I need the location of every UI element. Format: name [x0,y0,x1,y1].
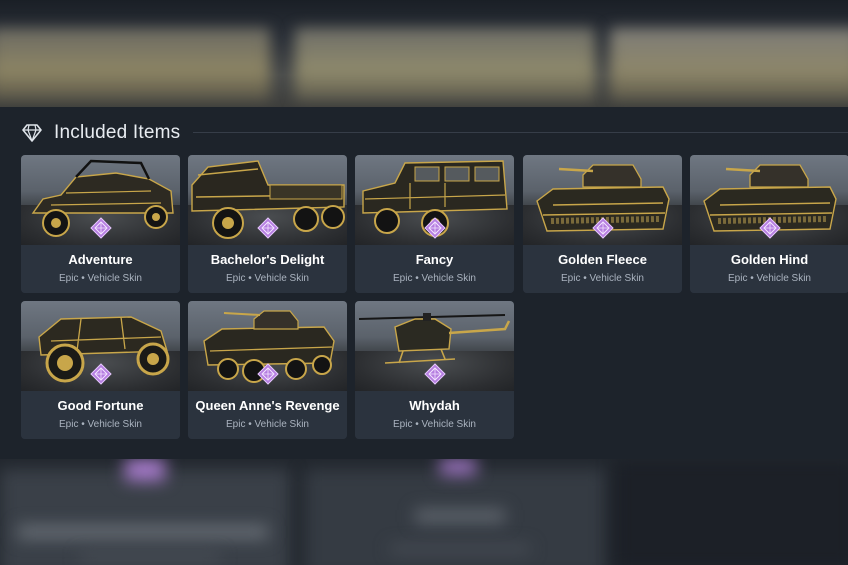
item-name: Adventure [68,252,133,267]
item-card-fancy[interactable]: Fancy Epic • Vehicle Skin [355,155,514,293]
item-info: Adventure Epic • Vehicle Skin [21,245,180,293]
section-divider [193,132,848,133]
item-subtitle: Epic • Vehicle Skin [59,419,142,430]
item-thumbnail [21,155,180,245]
item-info: Golden Hind Epic • Vehicle Skin [690,245,848,293]
epic-rarity-icon [759,217,781,239]
blurred-header-background [0,0,848,107]
section-header: Included Items [20,120,180,146]
epic-rarity-icon [424,363,446,385]
item-subtitle: Epic • Vehicle Skin [393,419,476,430]
item-name: Golden Fleece [558,252,647,267]
item-name: Fancy [415,252,454,267]
item-subtitle: Epic • Vehicle Skin [226,419,309,430]
item-thumbnail [188,301,347,391]
epic-rarity-icon [90,363,112,385]
section-title: Included Items [54,122,181,143]
item-subtitle: Epic • Vehicle Skin [728,273,811,284]
item-info: Fancy Epic • Vehicle Skin [355,245,514,293]
item-info: Good Fortune Epic • Vehicle Skin [21,391,180,439]
item-thumbnail [188,155,347,245]
diamond-icon [22,124,42,142]
item-subtitle: Epic • Vehicle Skin [226,273,309,284]
item-info: Whydah Epic • Vehicle Skin [355,391,514,439]
epic-rarity-icon [592,217,614,239]
item-name: Golden Hind [730,252,809,267]
item-card-golden-fleece[interactable]: Golden Fleece Epic • Vehicle Skin [523,155,682,293]
item-card-golden-hind[interactable]: Golden Hind Epic • Vehicle Skin [690,155,848,293]
item-card-good-fortune[interactable]: Good Fortune Epic • Vehicle Skin [21,301,180,439]
item-subtitle: Epic • Vehicle Skin [393,273,476,284]
epic-rarity-icon [257,363,279,385]
item-name: Bachelor's Delight [210,252,325,267]
item-thumbnail [21,301,180,391]
item-info: Golden Fleece Epic • Vehicle Skin [523,245,682,293]
blurred-footer-background [0,459,848,565]
item-info: Bachelor's Delight Epic • Vehicle Skin [188,245,347,293]
item-name: Queen Anne's Revenge [195,398,340,413]
epic-rarity-icon [257,217,279,239]
item-thumbnail [355,301,514,391]
item-info: Queen Anne's Revenge Epic • Vehicle Skin [188,391,347,439]
item-card-queen-annes-revenge[interactable]: Queen Anne's Revenge Epic • Vehicle Skin [188,301,347,439]
item-thumbnail [523,155,682,245]
item-name: Whydah [409,398,460,413]
item-card-adventure[interactable]: Adventure Epic • Vehicle Skin [21,155,180,293]
item-name: Good Fortune [57,398,144,413]
item-card-whydah[interactable]: Whydah Epic • Vehicle Skin [355,301,514,439]
item-card-bachelors-delight[interactable]: Bachelor's Delight Epic • Vehicle Skin [188,155,347,293]
item-thumbnail [355,155,514,245]
item-subtitle: Epic • Vehicle Skin [59,273,142,284]
included-items-panel: Included Items Adventure Epic • Vehicle … [0,107,848,459]
item-subtitle: Epic • Vehicle Skin [561,273,644,284]
item-thumbnail [690,155,848,245]
epic-rarity-icon [90,217,112,239]
epic-rarity-icon [424,217,446,239]
